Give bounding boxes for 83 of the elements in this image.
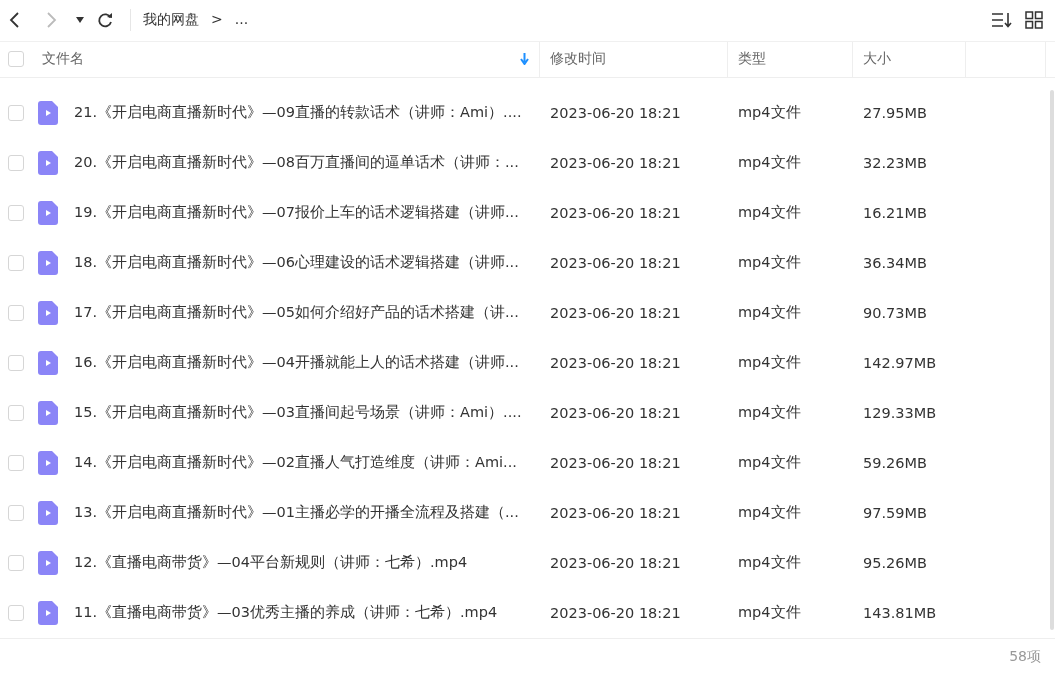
column-header[interactable]: 类型 xyxy=(738,50,766,69)
modified-time: 2023-06-20 18:21 xyxy=(550,204,681,221)
file-name[interactable]: 12.《直播电商带货》—04平台新规则（讲师：七希）.mp4 xyxy=(74,553,468,573)
file-size: 59.26MB xyxy=(863,454,927,471)
file-name[interactable]: 20.《开启电商直播新时代》—08百万直播间的逼单话术（讲师：... xyxy=(74,153,519,173)
file-size: 97.59MB xyxy=(863,504,927,521)
file-type: mp4文件 xyxy=(738,454,801,471)
file-type: mp4文件 xyxy=(738,204,801,221)
file-size: 95.26MB xyxy=(863,554,927,571)
row-checkbox[interactable] xyxy=(8,354,24,371)
file-size: 27.95MB xyxy=(863,104,927,121)
row-checkbox[interactable] xyxy=(8,104,24,121)
grid-view-icon[interactable] xyxy=(1025,11,1043,30)
refresh-icon[interactable] xyxy=(96,11,114,30)
file-name[interactable]: 17.《开启电商直播新时代》—05如何介绍好产品的话术搭建（讲... xyxy=(74,303,519,323)
video-file-icon xyxy=(38,500,58,525)
file-size: 36.34MB xyxy=(863,254,927,271)
row-checkbox[interactable] xyxy=(8,304,24,321)
back-icon[interactable] xyxy=(8,11,20,30)
file-type: mp4文件 xyxy=(738,404,801,421)
modified-time: 2023-06-20 18:21 xyxy=(550,554,681,571)
file-size: 90.73MB xyxy=(863,304,927,321)
file-size: 142.97MB xyxy=(863,354,937,371)
file-name[interactable]: 19.《开启电商直播新时代》—07报价上车的话术逻辑搭建（讲师... xyxy=(74,203,519,223)
file-size: 32.23MB xyxy=(863,154,927,171)
video-file-icon xyxy=(38,150,58,175)
file-type: mp4文件 xyxy=(738,354,801,371)
modified-time: 2023-06-20 18:21 xyxy=(550,154,681,171)
breadcrumb-item[interactable]: 我的网盘 xyxy=(143,11,199,30)
file-name[interactable]: 13.《开启电商直播新时代》—01主播必学的开播全流程及搭建（... xyxy=(74,503,519,523)
item-count: 58项 xyxy=(1009,647,1041,666)
modified-time: 2023-06-20 18:21 xyxy=(550,254,681,271)
file-size: 16.21MB xyxy=(863,204,927,221)
sort-down-arrow-icon[interactable] xyxy=(520,53,529,66)
video-file-icon xyxy=(38,250,58,275)
column-header[interactable]: 文件名 xyxy=(42,50,84,69)
video-file-icon xyxy=(38,550,58,575)
breadcrumb-separator: > xyxy=(211,11,223,30)
file-type: mp4文件 xyxy=(738,104,801,121)
row-checkbox[interactable] xyxy=(8,504,24,521)
video-file-icon xyxy=(38,350,58,375)
file-size: 143.81MB xyxy=(863,604,937,621)
row-checkbox[interactable] xyxy=(8,204,24,221)
sort-icon[interactable] xyxy=(991,11,1013,30)
breadcrumb-item[interactable]: ... xyxy=(234,11,249,30)
modified-time: 2023-06-20 18:21 xyxy=(550,304,681,321)
row-checkbox[interactable] xyxy=(8,604,24,621)
dropdown-caret-icon[interactable] xyxy=(76,17,84,24)
file-name[interactable]: 21.《开启电商直播新时代》—09直播的转款话术（讲师：Ami）.... xyxy=(74,103,522,123)
file-type: mp4文件 xyxy=(738,554,801,571)
file-size: 129.33MB xyxy=(863,404,937,421)
row-checkbox[interactable] xyxy=(8,154,24,171)
file-type: mp4文件 xyxy=(738,604,801,621)
modified-time: 2023-06-20 18:21 xyxy=(550,104,681,121)
modified-time: 2023-06-20 18:21 xyxy=(550,604,681,621)
modified-time: 2023-06-20 18:21 xyxy=(550,504,681,521)
file-name[interactable]: 14.《开启电商直播新时代》—02直播人气打造维度（讲师：Ami... xyxy=(74,453,517,473)
row-checkbox[interactable] xyxy=(8,554,24,571)
file-name[interactable]: 11.《直播电商带货》—03优秀主播的养成（讲师：七希）.mp4 xyxy=(74,603,498,623)
file-type: mp4文件 xyxy=(738,304,801,321)
video-file-icon xyxy=(38,300,58,325)
modified-time: 2023-06-20 18:21 xyxy=(550,454,681,471)
forward-icon[interactable] xyxy=(46,11,58,30)
video-file-icon xyxy=(38,200,58,225)
modified-time: 2023-06-20 18:21 xyxy=(550,354,681,371)
video-file-icon xyxy=(38,100,58,125)
file-type: mp4文件 xyxy=(738,254,801,271)
video-file-icon xyxy=(38,400,58,425)
video-file-icon xyxy=(38,600,58,625)
file-name[interactable]: 18.《开启电商直播新时代》—06心理建设的话术逻辑搭建（讲师... xyxy=(74,253,519,273)
scrollbar[interactable] xyxy=(1050,89,1054,630)
row-checkbox[interactable] xyxy=(8,254,24,271)
file-type: mp4文件 xyxy=(738,504,801,521)
row-checkbox[interactable] xyxy=(8,404,24,421)
video-file-icon xyxy=(38,450,58,475)
file-name[interactable]: 15.《开启电商直播新时代》—03直播间起号场景（讲师：Ami）.... xyxy=(74,403,522,423)
row-checkbox[interactable] xyxy=(8,454,24,471)
select-all-checkbox[interactable] xyxy=(8,51,24,68)
file-name[interactable]: 16.《开启电商直播新时代》—04开播就能上人的话术搭建（讲师... xyxy=(74,353,519,373)
column-header[interactable]: 修改时间 xyxy=(550,50,606,69)
column-header[interactable]: 大小 xyxy=(863,50,891,69)
file-type: mp4文件 xyxy=(738,154,801,171)
modified-time: 2023-06-20 18:21 xyxy=(550,404,681,421)
